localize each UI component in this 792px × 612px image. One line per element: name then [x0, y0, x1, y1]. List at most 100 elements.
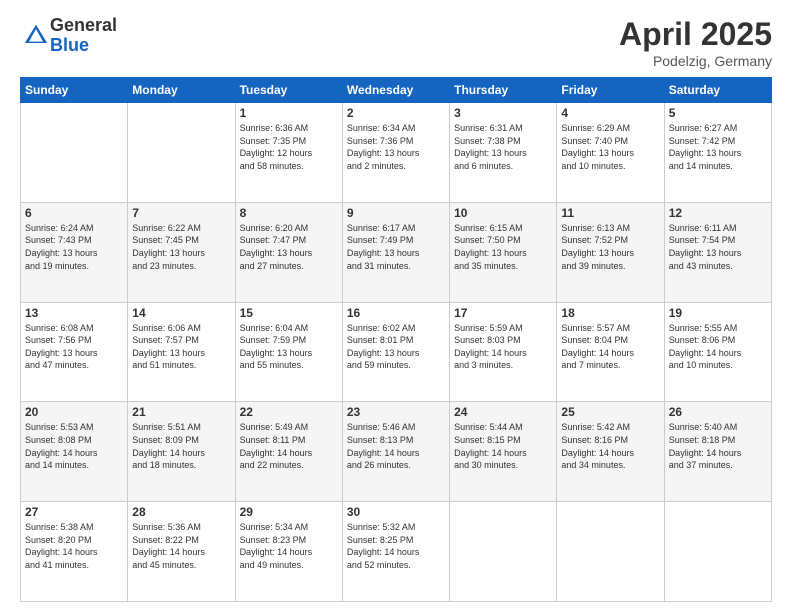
calendar-table: SundayMondayTuesdayWednesdayThursdayFrid… — [20, 77, 772, 602]
day-cell: 18 Sunrise: 5:57 AM Sunset: 8:04 PM Dayli… — [557, 302, 664, 402]
day-cell: 5 Sunrise: 6:27 AM Sunset: 7:42 PM Daylig… — [664, 103, 771, 203]
day-cell: 7Sunrise: 6:22 AM Sunset: 7:45 PM Daylig… — [128, 202, 235, 302]
day-number: 14 — [132, 306, 230, 320]
day-cell: 26 Sunrise: 5:40 AM Sunset: 8:18 PM Dayli… — [664, 402, 771, 502]
day-cell: 11 Sunrise: 6:13 AM Sunset: 7:52 PM Dayli… — [557, 202, 664, 302]
day-cell: 17 Sunrise: 5:59 AM Sunset: 8:03 PM Dayli… — [450, 302, 557, 402]
logo-text: General Blue — [50, 16, 117, 56]
day-info: Sunrise: 5:59 AM Sunset: 8:03 PM Dayligh… — [454, 322, 552, 372]
day-cell: 10 Sunrise: 6:15 AM Sunset: 7:50 PM Dayli… — [450, 202, 557, 302]
day-number: 12 — [669, 206, 767, 220]
day-info: Sunrise: 6:24 AM Sunset: 7:43 PM Dayligh… — [25, 222, 123, 272]
day-cell: 14 Sunrise: 6:06 AM Sunset: 7:57 PM Dayli… — [128, 302, 235, 402]
logo-blue: Blue — [50, 36, 117, 56]
day-cell — [450, 502, 557, 602]
weekday-wednesday: Wednesday — [342, 78, 449, 103]
day-info: Sunrise: 6:29 AM Sunset: 7:40 PM Dayligh… — [561, 122, 659, 172]
day-info: Sunrise: 6:17 AM Sunset: 7:49 PM Dayligh… — [347, 222, 445, 272]
day-info: Sunrise: 6:02 AM Sunset: 8:01 PM Dayligh… — [347, 322, 445, 372]
day-cell: 15 Sunrise: 6:04 AM Sunset: 7:59 PM Dayli… — [235, 302, 342, 402]
day-cell: 4Sunrise: 6:29 AM Sunset: 7:40 PM Daylig… — [557, 103, 664, 203]
day-number: 7 — [132, 206, 230, 220]
day-cell: 21Sunrise: 5:51 AM Sunset: 8:09 PM Dayli… — [128, 402, 235, 502]
week-row-3: 20 Sunrise: 5:53 AM Sunset: 8:08 PM Dayli… — [21, 402, 772, 502]
day-cell — [664, 502, 771, 602]
day-info: Sunrise: 5:44 AM Sunset: 8:15 PM Dayligh… — [454, 421, 552, 471]
day-number: 10 — [454, 206, 552, 220]
day-info: Sunrise: 6:08 AM Sunset: 7:56 PM Dayligh… — [25, 322, 123, 372]
day-info: Sunrise: 6:15 AM Sunset: 7:50 PM Dayligh… — [454, 222, 552, 272]
day-number: 26 — [669, 405, 767, 419]
day-cell: 20 Sunrise: 5:53 AM Sunset: 8:08 PM Dayli… — [21, 402, 128, 502]
week-row-2: 13 Sunrise: 6:08 AM Sunset: 7:56 PM Dayli… — [21, 302, 772, 402]
day-info: Sunrise: 5:40 AM Sunset: 8:18 PM Dayligh… — [669, 421, 767, 471]
header: General Blue April 2025 Podelzig, German… — [20, 16, 772, 69]
day-number: 24 — [454, 405, 552, 419]
day-info: Sunrise: 5:32 AM Sunset: 8:25 PM Dayligh… — [347, 521, 445, 571]
day-number: 22 — [240, 405, 338, 419]
day-number: 25 — [561, 405, 659, 419]
location: Podelzig, Germany — [619, 53, 772, 69]
day-cell: 13 Sunrise: 6:08 AM Sunset: 7:56 PM Dayli… — [21, 302, 128, 402]
day-number: 20 — [25, 405, 123, 419]
day-info: Sunrise: 6:04 AM Sunset: 7:59 PM Dayligh… — [240, 322, 338, 372]
week-row-0: 1 Sunrise: 6:36 AM Sunset: 7:35 PM Daylig… — [21, 103, 772, 203]
page: General Blue April 2025 Podelzig, German… — [0, 0, 792, 612]
weekday-thursday: Thursday — [450, 78, 557, 103]
day-cell: 8Sunrise: 6:20 AM Sunset: 7:47 PM Daylig… — [235, 202, 342, 302]
day-info: Sunrise: 6:13 AM Sunset: 7:52 PM Dayligh… — [561, 222, 659, 272]
day-number: 11 — [561, 206, 659, 220]
day-number: 15 — [240, 306, 338, 320]
day-info: Sunrise: 5:38 AM Sunset: 8:20 PM Dayligh… — [25, 521, 123, 571]
day-number: 8 — [240, 206, 338, 220]
day-cell — [557, 502, 664, 602]
day-number: 3 — [454, 106, 552, 120]
day-number: 23 — [347, 405, 445, 419]
day-cell: 22 Sunrise: 5:49 AM Sunset: 8:11 PM Dayli… — [235, 402, 342, 502]
day-number: 9 — [347, 206, 445, 220]
day-info: Sunrise: 5:36 AM Sunset: 8:22 PM Dayligh… — [132, 521, 230, 571]
day-info: Sunrise: 6:06 AM Sunset: 7:57 PM Dayligh… — [132, 322, 230, 372]
logo-general: General — [50, 16, 117, 36]
day-cell: 27Sunrise: 5:38 AM Sunset: 8:20 PM Dayli… — [21, 502, 128, 602]
day-cell: 16 Sunrise: 6:02 AM Sunset: 8:01 PM Dayli… — [342, 302, 449, 402]
day-number: 28 — [132, 505, 230, 519]
day-cell: 9 Sunrise: 6:17 AM Sunset: 7:49 PM Daylig… — [342, 202, 449, 302]
day-cell: 1 Sunrise: 6:36 AM Sunset: 7:35 PM Daylig… — [235, 103, 342, 203]
day-info: Sunrise: 5:42 AM Sunset: 8:16 PM Dayligh… — [561, 421, 659, 471]
weekday-monday: Monday — [128, 78, 235, 103]
day-cell: 2 Sunrise: 6:34 AM Sunset: 7:36 PM Daylig… — [342, 103, 449, 203]
day-cell: 28 Sunrise: 5:36 AM Sunset: 8:22 PM Dayli… — [128, 502, 235, 602]
day-info: Sunrise: 5:57 AM Sunset: 8:04 PM Dayligh… — [561, 322, 659, 372]
day-number: 18 — [561, 306, 659, 320]
day-cell: 23Sunrise: 5:46 AM Sunset: 8:13 PM Dayli… — [342, 402, 449, 502]
day-info: Sunrise: 6:36 AM Sunset: 7:35 PM Dayligh… — [240, 122, 338, 172]
day-info: Sunrise: 6:31 AM Sunset: 7:38 PM Dayligh… — [454, 122, 552, 172]
day-number: 6 — [25, 206, 123, 220]
title-block: April 2025 Podelzig, Germany — [619, 16, 772, 69]
day-info: Sunrise: 5:53 AM Sunset: 8:08 PM Dayligh… — [25, 421, 123, 471]
weekday-header-row: SundayMondayTuesdayWednesdayThursdayFrid… — [21, 78, 772, 103]
day-cell: 29Sunrise: 5:34 AM Sunset: 8:23 PM Dayli… — [235, 502, 342, 602]
day-info: Sunrise: 6:34 AM Sunset: 7:36 PM Dayligh… — [347, 122, 445, 172]
weekday-friday: Friday — [557, 78, 664, 103]
day-number: 30 — [347, 505, 445, 519]
day-cell — [21, 103, 128, 203]
day-number: 13 — [25, 306, 123, 320]
day-number: 5 — [669, 106, 767, 120]
week-row-4: 27Sunrise: 5:38 AM Sunset: 8:20 PM Dayli… — [21, 502, 772, 602]
logo: General Blue — [20, 16, 117, 56]
day-number: 1 — [240, 106, 338, 120]
day-number: 29 — [240, 505, 338, 519]
logo-icon — [22, 22, 50, 50]
month-year: April 2025 — [619, 16, 772, 53]
day-number: 2 — [347, 106, 445, 120]
day-info: Sunrise: 5:51 AM Sunset: 8:09 PM Dayligh… — [132, 421, 230, 471]
day-number: 16 — [347, 306, 445, 320]
day-cell: 24 Sunrise: 5:44 AM Sunset: 8:15 PM Dayli… — [450, 402, 557, 502]
weekday-sunday: Sunday — [21, 78, 128, 103]
day-cell: 12Sunrise: 6:11 AM Sunset: 7:54 PM Dayli… — [664, 202, 771, 302]
day-info: Sunrise: 6:27 AM Sunset: 7:42 PM Dayligh… — [669, 122, 767, 172]
day-info: Sunrise: 5:49 AM Sunset: 8:11 PM Dayligh… — [240, 421, 338, 471]
day-number: 17 — [454, 306, 552, 320]
